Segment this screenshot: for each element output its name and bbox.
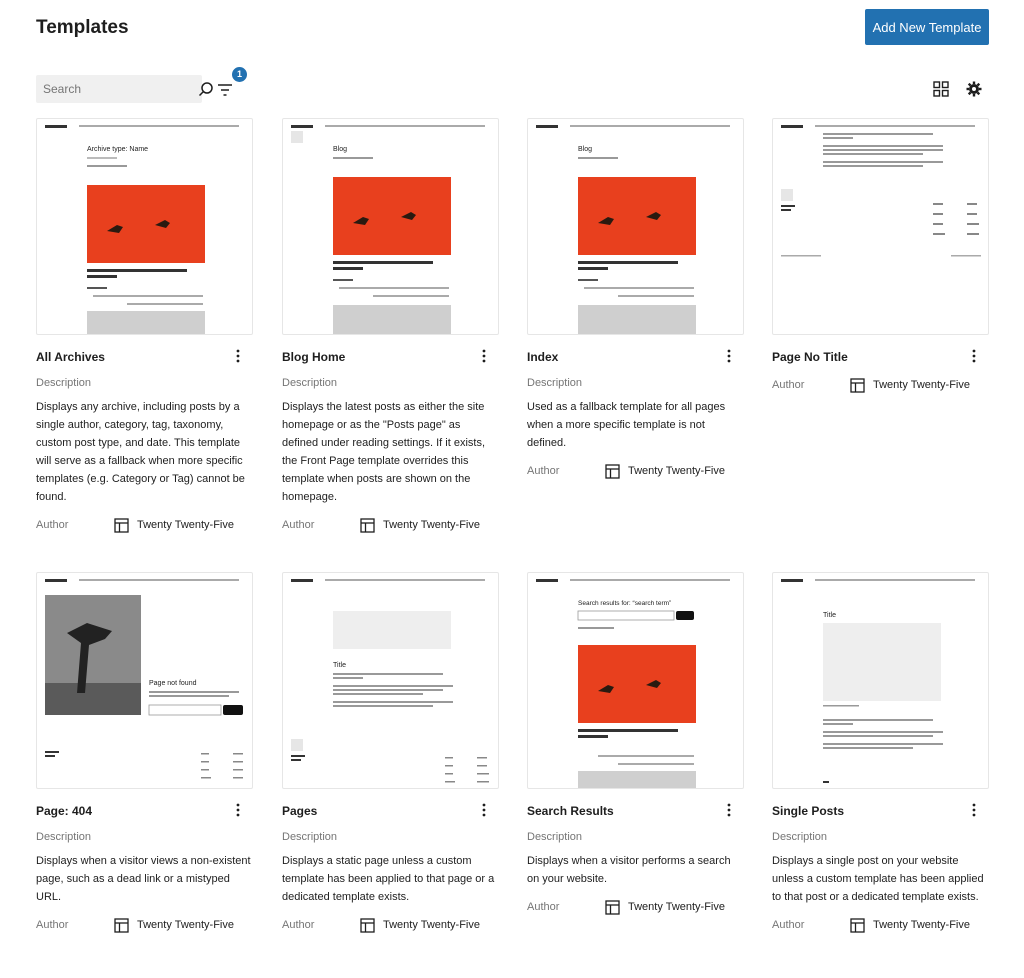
template-card[interactable]: Blog Index Description Used as a fallbac… xyxy=(527,118,744,479)
layout-icon xyxy=(114,917,130,933)
layout-icon xyxy=(605,463,621,479)
author-label: Author xyxy=(282,919,315,931)
description-label: Description xyxy=(527,831,583,843)
description-label: Description xyxy=(772,831,828,843)
layout-icon xyxy=(605,899,621,915)
more-vertical-icon[interactable] xyxy=(720,801,738,819)
template-description: Used as a fallback template for all page… xyxy=(527,401,726,449)
page-title: Templates xyxy=(36,17,129,38)
author-name: Twenty Twenty-Five xyxy=(628,901,725,913)
template-card[interactable]: Title Pages Description Displays a stati… xyxy=(282,572,499,933)
preview-heading: Page not found xyxy=(149,680,197,687)
preview-heading: Blog xyxy=(333,146,347,153)
template-title[interactable]: All Archives xyxy=(36,349,105,365)
author-label: Author xyxy=(282,519,315,531)
author-name: Twenty Twenty-Five xyxy=(628,465,725,477)
description-label: Description xyxy=(282,377,338,389)
preview-heading: Archive type: Name xyxy=(87,146,148,153)
template-description: Displays when a visitor views a non-exis… xyxy=(36,855,251,903)
template-card[interactable]: Archive type: Name All Archives Descript… xyxy=(36,118,253,533)
author-label: Author xyxy=(772,919,805,931)
author-label: Author xyxy=(527,465,560,477)
layout-icon xyxy=(850,377,866,393)
search-icon[interactable] xyxy=(198,75,214,103)
author-name: Twenty Twenty-Five xyxy=(383,919,480,931)
description-label: Description xyxy=(36,377,92,389)
grid-view-icon[interactable] xyxy=(930,78,952,100)
search-input[interactable] xyxy=(36,82,198,96)
preview-heading: Blog xyxy=(578,146,592,153)
template-description: Displays a single post on your website u… xyxy=(772,855,984,903)
template-title[interactable]: Blog Home xyxy=(282,349,345,365)
description-label: Description xyxy=(36,831,92,843)
template-title[interactable]: Page: 404 xyxy=(36,803,92,819)
template-preview[interactable]: Title xyxy=(282,572,499,789)
author-name: Twenty Twenty-Five xyxy=(873,919,970,931)
layout-icon xyxy=(360,917,376,933)
gear-icon[interactable] xyxy=(963,78,985,100)
filter-icon[interactable] xyxy=(213,78,237,102)
template-card[interactable]: Title Single Posts Description Displays … xyxy=(772,572,989,933)
template-preview[interactable]: Archive type: Name xyxy=(36,118,253,335)
more-vertical-icon[interactable] xyxy=(965,347,983,365)
add-new-template-button[interactable]: Add New Template xyxy=(865,9,989,45)
author-name: Twenty Twenty-Five xyxy=(873,379,970,391)
layout-icon xyxy=(114,517,130,533)
template-preview[interactable]: Page not found xyxy=(36,572,253,789)
template-card[interactable]: Search results for: “search term” Search… xyxy=(527,572,744,915)
preview-heading: Title xyxy=(823,612,836,619)
preview-heading: Title xyxy=(333,662,346,669)
layout-icon xyxy=(850,917,866,933)
search-box xyxy=(36,75,213,103)
template-preview[interactable]: Search results for: “search term” xyxy=(527,572,744,789)
template-description: Displays when a visitor performs a searc… xyxy=(527,855,731,885)
template-description: Displays the latest posts as either the … xyxy=(282,401,486,503)
layout-icon xyxy=(360,517,376,533)
more-vertical-icon[interactable] xyxy=(475,801,493,819)
template-description: Displays any archive, including posts by… xyxy=(36,401,245,503)
template-card[interactable]: Blog Blog Home Description Displays the … xyxy=(282,118,499,533)
template-description: Displays a static page unless a custom t… xyxy=(282,855,495,903)
author-label: Author xyxy=(772,379,805,391)
template-card[interactable]: Page No Title Author Twenty Twenty-Five xyxy=(772,118,989,393)
template-title[interactable]: Pages xyxy=(282,803,317,819)
preview-heading: Search results for: “search term” xyxy=(578,600,671,607)
template-card[interactable]: Page not found Page: 404 Description Dis… xyxy=(36,572,253,933)
template-title[interactable]: Page No Title xyxy=(772,349,848,365)
template-preview[interactable]: Blog xyxy=(527,118,744,335)
more-vertical-icon[interactable] xyxy=(720,347,738,365)
template-preview[interactable]: Title xyxy=(772,572,989,789)
description-label: Description xyxy=(282,831,338,843)
filter-count-badge: 1 xyxy=(232,67,247,82)
template-preview[interactable] xyxy=(772,118,989,335)
template-title[interactable]: Single Posts xyxy=(772,803,844,819)
more-vertical-icon[interactable] xyxy=(229,347,247,365)
author-name: Twenty Twenty-Five xyxy=(137,919,234,931)
description-label: Description xyxy=(527,377,583,389)
more-vertical-icon[interactable] xyxy=(475,347,493,365)
author-name: Twenty Twenty-Five xyxy=(137,519,234,531)
author-label: Author xyxy=(36,919,69,931)
more-vertical-icon[interactable] xyxy=(965,801,983,819)
template-preview[interactable]: Blog xyxy=(282,118,499,335)
author-label: Author xyxy=(527,901,560,913)
template-title[interactable]: Index xyxy=(527,349,558,365)
template-title[interactable]: Search Results xyxy=(527,803,614,819)
more-vertical-icon[interactable] xyxy=(229,801,247,819)
author-name: Twenty Twenty-Five xyxy=(383,519,480,531)
author-label: Author xyxy=(36,519,69,531)
